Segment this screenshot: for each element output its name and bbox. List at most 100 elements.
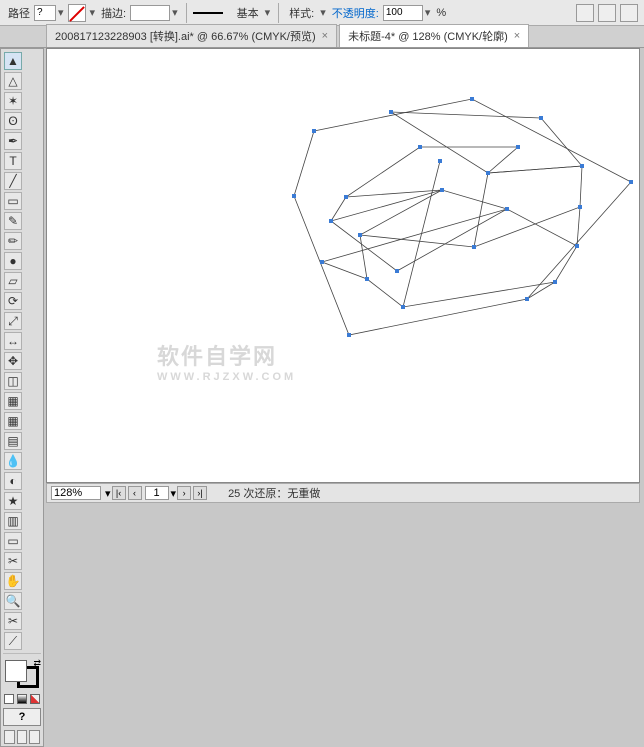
lasso-tool[interactable]: ʘ [4,112,22,130]
screen-mode-1[interactable] [17,730,28,744]
shape-builder-tool[interactable]: ◫ [4,372,22,390]
color-mode-row [3,694,41,704]
selection-tool[interactable]: ▲ [4,52,22,70]
anchor-point[interactable] [395,269,399,273]
tab-doc-1[interactable]: 200817123228903 [转换].ai* @ 66.67% (CMYK/… [46,24,337,47]
chevron-down-icon[interactable]: ▾ [105,487,111,500]
prev-page-button[interactable]: ‹ [128,486,142,500]
mesh-tool[interactable]: ▦ [4,412,22,430]
stroke-label: 描边: [101,5,126,21]
direct-select-tool[interactable]: △ [4,72,22,90]
knife-tool[interactable]: ⟋ [4,632,22,650]
anchor-point[interactable] [320,260,324,264]
anchor-point[interactable] [401,305,405,309]
chevron-down-icon[interactable]: ▾ [90,6,96,19]
zoom-tool[interactable]: 🔍 [4,592,22,610]
anchor-point[interactable] [347,333,351,337]
free-transform-tool[interactable]: ✥ [4,352,22,370]
anchor-point[interactable] [470,97,474,101]
screen-mode-0[interactable] [4,730,15,744]
graph-tool[interactable]: ▥ [4,512,22,530]
fill-swatch[interactable] [5,660,27,682]
anchor-point[interactable] [438,159,442,163]
last-page-button[interactable]: ›| [193,486,207,500]
scale-tool[interactable]: ⤢ [4,312,22,330]
anchor-point[interactable] [358,233,362,237]
chevron-down-icon[interactable]: ▾ [320,6,326,19]
screen-mode-2[interactable] [29,730,40,744]
hand-tool[interactable]: ✋ [4,572,22,590]
anchor-point[interactable] [505,207,509,211]
options-bar: 路径 ▾ ▾ 描边: ▾ 基本 ▾ 样式: ▾ 不透明度: ▾ % [0,0,644,26]
no-fill-swatch[interactable] [68,4,86,22]
prefs-icon[interactable] [598,4,616,22]
help-button[interactable]: ? [3,708,41,726]
magic-wand-tool[interactable]: ✶ [4,92,22,110]
pencil-tool[interactable]: ✏ [4,232,22,250]
anchor-point[interactable] [292,194,296,198]
width-tool[interactable]: ↔ [4,332,22,350]
grid-icon[interactable] [620,4,638,22]
perspective-tool[interactable]: ▦ [4,392,22,410]
opacity-label[interactable]: 不透明度: [332,5,379,21]
pen-tool[interactable]: ✒ [4,132,22,150]
doc-setup-icon[interactable] [576,4,594,22]
anchor-point[interactable] [516,145,520,149]
chevron-down-icon[interactable]: ▾ [58,6,64,19]
anchor-point[interactable] [578,205,582,209]
blend-tool[interactable]: ◐ [4,472,22,490]
anchor-point[interactable] [472,245,476,249]
anchor-point[interactable] [389,110,393,114]
close-icon[interactable]: × [322,30,328,42]
gradient-mode[interactable] [17,694,27,704]
type-tool[interactable]: T [4,152,22,170]
watermark-title: 软件自学网 [157,339,296,371]
first-page-button[interactable]: |‹ [112,486,126,500]
opacity-field[interactable] [383,5,423,21]
anchor-point[interactable] [312,129,316,133]
anchor-point[interactable] [365,277,369,281]
rect-tool[interactable]: ▭ [4,192,22,210]
anchor-point[interactable] [418,145,422,149]
artwork [47,49,640,483]
next-page-button[interactable]: › [177,486,191,500]
anchor-point[interactable] [553,280,557,284]
anchor-point[interactable] [486,171,490,175]
anchor-point[interactable] [329,219,333,223]
help-combo[interactable] [34,5,56,21]
chevron-down-icon[interactable]: ▾ [265,6,271,19]
slice-tool[interactable]: ✂ [4,552,22,570]
anchor-point[interactable] [580,164,584,168]
stroke-weight-field[interactable] [130,5,170,21]
swap-icon[interactable]: ⇄ [33,658,41,669]
canvas[interactable]: 软件自学网 WWW.RJZXW.COM [46,48,640,483]
chevron-down-icon[interactable]: ▾ [425,6,431,19]
tab-label: 200817123228903 [转换].ai* @ 66.67% (CMYK/… [55,28,316,44]
gradient-tool[interactable]: ▤ [4,432,22,450]
line-tool[interactable]: ╱ [4,172,22,190]
zoom-field[interactable]: 128% [51,486,101,500]
chevron-down-icon[interactable]: ▾ [172,6,178,19]
fill-stroke-control[interactable]: ⇄ [3,658,41,690]
close-icon[interactable]: × [514,30,520,42]
anchor-point[interactable] [539,116,543,120]
anchor-point[interactable] [525,297,529,301]
scissors-tool[interactable]: ✂ [4,612,22,630]
blob-tool[interactable]: ● [4,252,22,270]
anchor-point[interactable] [440,188,444,192]
chevron-down-icon[interactable]: ▾ [171,487,177,500]
anchor-point[interactable] [575,244,579,248]
anchor-point[interactable] [344,195,348,199]
eyedrop-tool[interactable]: 💧 [4,452,22,470]
page-field[interactable]: 1 [145,486,169,500]
rotate-tool[interactable]: ⟳ [4,292,22,310]
artboard-tool[interactable]: ▭ [4,532,22,550]
none-mode[interactable] [30,694,40,704]
color-mode[interactable] [4,694,14,704]
symbol-tool[interactable]: ★ [4,492,22,510]
eraser-tool[interactable]: ▱ [4,272,22,290]
basic-label[interactable]: 基本 [237,5,259,21]
anchor-point[interactable] [629,180,633,184]
tab-doc-2[interactable]: 未标题-4* @ 128% (CMYK/轮廓) × [339,24,529,47]
brush-tool[interactable]: ✎ [4,212,22,230]
